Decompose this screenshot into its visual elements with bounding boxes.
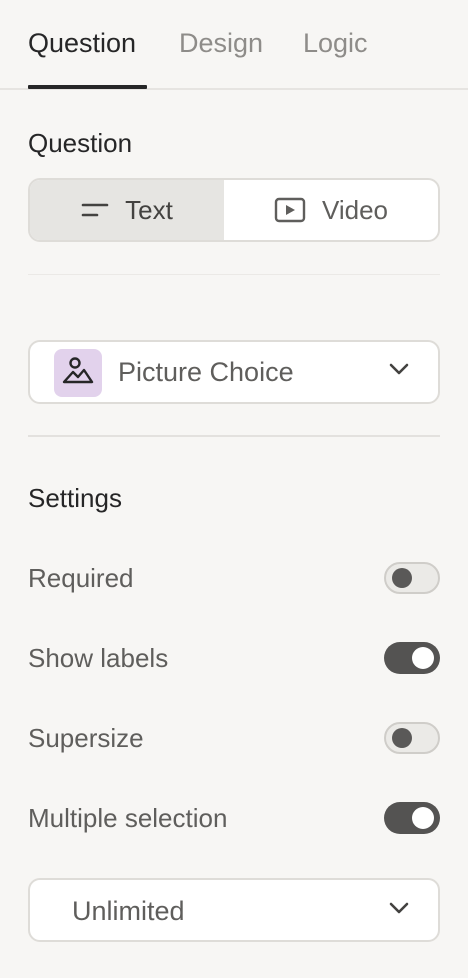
panel-tabs: Question Design Logic: [0, 0, 468, 90]
question-type-label: Picture Choice: [118, 357, 294, 387]
picture-choice-badge: [54, 349, 102, 397]
required-toggle[interactable]: [384, 562, 440, 594]
tab-question[interactable]: Question: [28, 26, 136, 60]
toggle-knob: [392, 728, 412, 748]
toggle-knob: [412, 647, 434, 669]
picture-choice-icon: [61, 356, 95, 391]
toggle-knob: [392, 568, 412, 588]
tab-design[interactable]: Design: [179, 26, 263, 60]
question-settings-panel: Question Design Logic Question Text Vide…: [0, 0, 468, 978]
video-play-icon: [274, 197, 306, 223]
supersize-toggle[interactable]: [384, 722, 440, 754]
required-label: Required: [28, 563, 134, 593]
question-type-select[interactable]: Picture Choice: [28, 340, 440, 404]
content-type-segmented-control: Text Video: [28, 178, 440, 242]
supersize-label: Supersize: [28, 723, 144, 753]
show-labels-label: Show labels: [28, 643, 169, 673]
multiple-selection-toggle[interactable]: [384, 802, 440, 834]
section-divider: [28, 435, 440, 437]
segment-text[interactable]: Text: [30, 180, 224, 240]
tab-logic[interactable]: Logic: [303, 26, 368, 60]
segment-text-label: Text: [125, 194, 173, 225]
toggle-knob: [412, 807, 434, 829]
section-divider: [28, 274, 440, 275]
chevron-down-icon: [388, 901, 410, 920]
text-lines-icon: [81, 202, 109, 218]
show-labels-toggle[interactable]: [384, 642, 440, 674]
question-section-title: Question: [28, 128, 133, 158]
chevron-down-icon: [388, 362, 410, 381]
active-tab-indicator: [28, 85, 147, 89]
selection-limit-value: Unlimited: [72, 896, 185, 926]
multiple-selection-label: Multiple selection: [28, 803, 228, 833]
selection-limit-select[interactable]: Unlimited: [28, 878, 440, 942]
segment-video[interactable]: Video: [224, 180, 438, 240]
segment-video-label: Video: [321, 194, 389, 225]
settings-section-title: Settings: [28, 483, 122, 513]
